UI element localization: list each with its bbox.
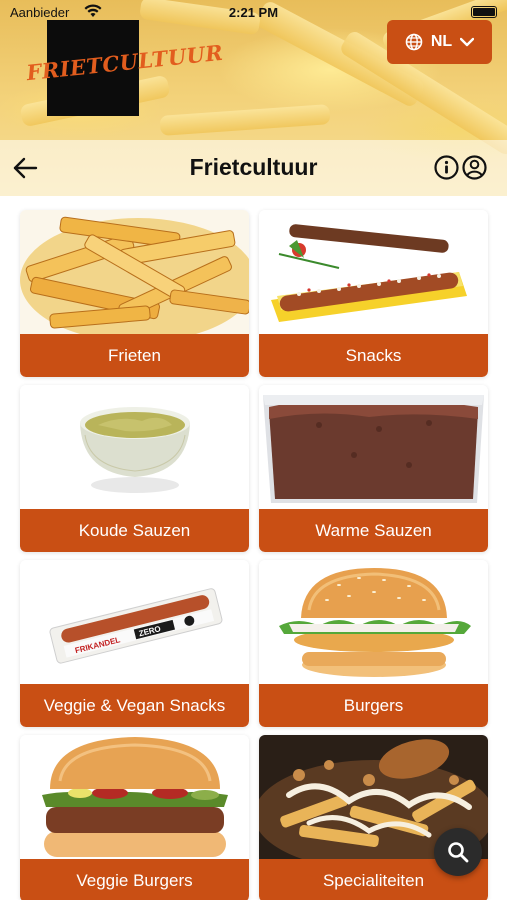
page-title: Frietcultuur: [189, 154, 318, 180]
search-button[interactable]: [434, 828, 482, 876]
language-label: NL: [430, 33, 453, 50]
language-selector-button[interactable]: NL: [387, 20, 492, 64]
category-label: Veggie & Vegan Snacks: [20, 684, 249, 727]
veggie-snack-image: FRIKANDEL ZERO: [20, 560, 249, 684]
burger-image: [259, 560, 488, 684]
warm-sauce-image: [259, 385, 488, 509]
battery-icon: [471, 6, 497, 18]
veggie-burger-image: [20, 735, 249, 859]
clock: 2:21 PM: [228, 5, 279, 20]
search-icon: [448, 842, 469, 863]
category-label: Frieten: [20, 334, 249, 377]
category-card-warme-sauzen[interactable]: Warme Sauzen: [259, 385, 488, 552]
category-label: Snacks: [259, 334, 488, 377]
category-card-snacks[interactable]: Snacks: [259, 210, 488, 377]
cold-sauce-image: [20, 385, 249, 509]
category-card-veggie-burgers[interactable]: Veggie Burgers: [20, 735, 249, 900]
category-card-frieten[interactable]: Frieten: [20, 210, 249, 377]
category-label: Burgers: [259, 684, 488, 727]
fries-image: [20, 210, 249, 334]
category-label: Koude Sauzen: [20, 509, 249, 552]
chevron-down-icon: [460, 37, 475, 47]
category-label: Veggie Burgers: [20, 859, 249, 900]
category-label: Warme Sauzen: [259, 509, 488, 552]
account-icon[interactable]: [462, 155, 487, 180]
category-grid: Frieten Snacks Koude Sauzen Warme Sauzen…: [0, 196, 507, 900]
category-card-burgers[interactable]: Burgers: [259, 560, 488, 727]
globe-icon: [405, 33, 423, 51]
title-bar: Frietcultuur: [0, 140, 507, 196]
category-card-veggie-vegan-snacks[interactable]: FRIKANDEL ZERO Veggie & Vegan Snacks: [20, 560, 249, 727]
info-icon[interactable]: [434, 155, 459, 180]
snacks-image: [259, 210, 488, 334]
category-card-koude-sauzen[interactable]: Koude Sauzen: [20, 385, 249, 552]
